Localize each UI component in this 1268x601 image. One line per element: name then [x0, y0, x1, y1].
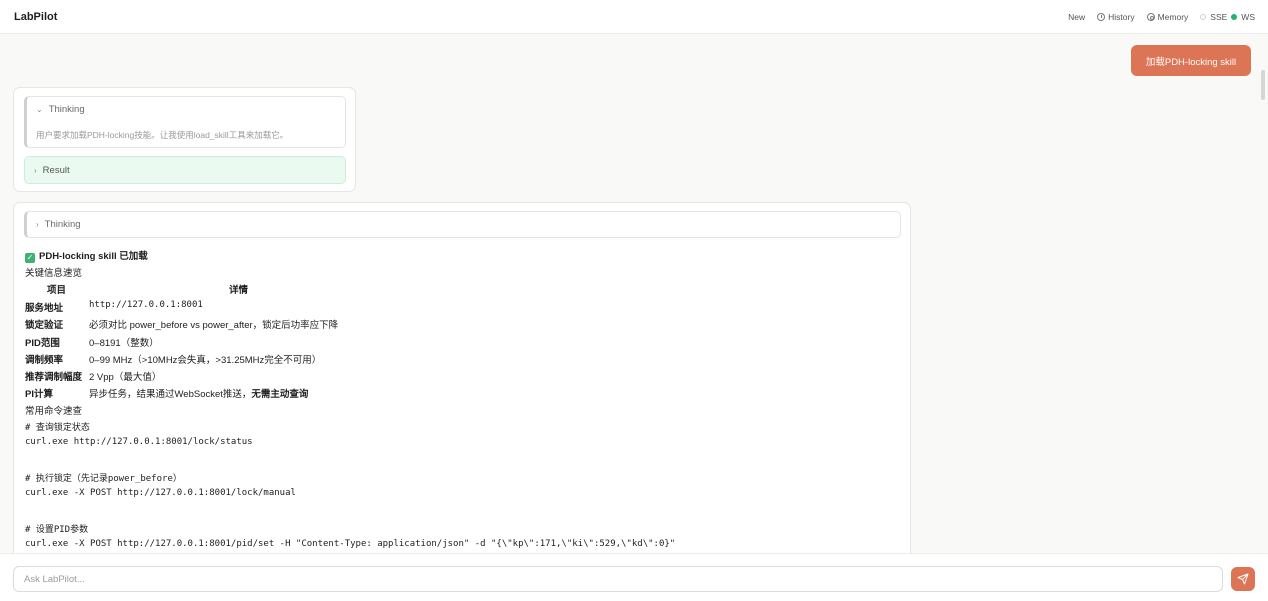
chevron-right-icon: ›: [34, 166, 37, 175]
app-root: LabPilot New History Memory SSE WS 加载PDH…: [0, 0, 1268, 601]
chat-area[interactable]: 加载PDH-locking skill ⌄ Thinking 用户要求加载PDH…: [0, 34, 1268, 553]
row-value-text: 异步任务，结果通过WebSocket推送，: [89, 389, 252, 400]
check-icon: ✓: [25, 253, 35, 263]
user-message: 加载PDH-locking skill: [1131, 45, 1251, 76]
row-key: 锁定验证: [25, 320, 64, 331]
memory-button[interactable]: Memory: [1146, 11, 1189, 22]
thinking-label: Thinking: [44, 219, 81, 230]
sse-status-dot-icon: [1200, 13, 1207, 20]
sse-label: SSE: [1210, 11, 1228, 22]
code-line: # 设置PID参数: [25, 525, 89, 535]
chevron-right-icon: ›: [36, 220, 39, 229]
code-line: curl.exe -X POST http://127.0.0.1:8001/p…: [25, 539, 676, 549]
composer: [0, 553, 1268, 601]
memory-label: Memory: [1157, 11, 1189, 22]
send-button[interactable]: [1231, 567, 1255, 591]
code-line: # 执行锁定（先记录power_before）: [25, 474, 182, 484]
table-header-detail: 详情: [229, 285, 249, 296]
top-header: LabPilot New History Memory SSE WS: [0, 0, 1268, 34]
thinking-label: Thinking: [48, 104, 85, 115]
table-header-item: 项目: [47, 285, 67, 296]
row-key: PI计算: [25, 389, 53, 400]
thinking-panel-2[interactable]: › Thinking: [24, 211, 901, 238]
row-key: 推荐调制幅度: [25, 372, 83, 383]
row-value: 0–99 MHz（>10MHz会失真，>31.25MHz完全不可用）: [89, 355, 322, 366]
row-value: http://127.0.0.1:8001: [89, 300, 203, 310]
assistant-message-2: › Thinking ✓ PDH-locking skill 已加载 关键信息速览…: [13, 202, 911, 553]
loaded-title-text: PDH-locking skill 已加载: [39, 251, 148, 262]
thinking-toggle-2[interactable]: › Thinking: [36, 219, 81, 230]
row-key: PID范围: [25, 338, 60, 349]
code-line: curl.exe http://127.0.0.1:8001/lock/stat…: [25, 437, 253, 447]
row-value-bold: 无需主动查询: [251, 389, 309, 400]
brand-title: LabPilot: [14, 10, 58, 23]
commands-label: 常用命令速查: [25, 406, 83, 417]
overview-label: 关键信息速览: [25, 268, 83, 279]
ws-label: WS: [1241, 11, 1255, 22]
row-value: 异步任务，结果通过WebSocket推送，无需主动查询: [89, 386, 308, 400]
new-label: New: [1068, 11, 1086, 22]
thinking-toggle-1[interactable]: ⌄ Thinking: [36, 104, 85, 115]
row-key: 服务地址: [25, 303, 64, 314]
history-button[interactable]: History: [1097, 11, 1135, 22]
row-key: 调制频率: [25, 355, 64, 366]
chat-input[interactable]: [13, 566, 1223, 592]
top-nav: New History Memory SSE WS: [1068, 12, 1255, 22]
result-panel[interactable]: › Result: [24, 156, 346, 184]
chat-scrollbar[interactable]: [1261, 70, 1265, 100]
clock-icon: [1097, 12, 1106, 21]
result-label: Result: [42, 165, 70, 176]
loaded-title: ✓ PDH-locking skill 已加载: [25, 248, 148, 263]
assistant-message-1: ⌄ Thinking 用户要求加载PDH-locking技能。让我使用load_…: [13, 87, 356, 192]
history-label: History: [1108, 11, 1135, 22]
ws-status-dot-icon: [1231, 13, 1238, 20]
connection-status: SSE WS: [1200, 12, 1255, 22]
send-icon: [1237, 573, 1249, 585]
memory-icon: [1146, 12, 1155, 21]
thinking-panel-1[interactable]: ⌄ Thinking 用户要求加载PDH-locking技能。让我使用load_…: [24, 96, 346, 148]
chevron-down-icon: ⌄: [36, 105, 43, 114]
row-value: 2 Vpp（最大值）: [89, 372, 162, 383]
row-value: 0–8191（整数）: [89, 338, 159, 349]
code-line: curl.exe -X POST http://127.0.0.1:8001/l…: [25, 488, 296, 498]
code-line: # 查询锁定状态: [25, 423, 90, 433]
new-button[interactable]: New: [1068, 12, 1085, 22]
result-toggle[interactable]: › Result: [34, 165, 70, 176]
thinking-text: 用户要求加载PDH-locking技能。让我使用load_skill工具来加载它…: [36, 130, 289, 140]
row-value: 必须对比 power_before vs power_after，锁定后功率应下…: [89, 320, 339, 331]
